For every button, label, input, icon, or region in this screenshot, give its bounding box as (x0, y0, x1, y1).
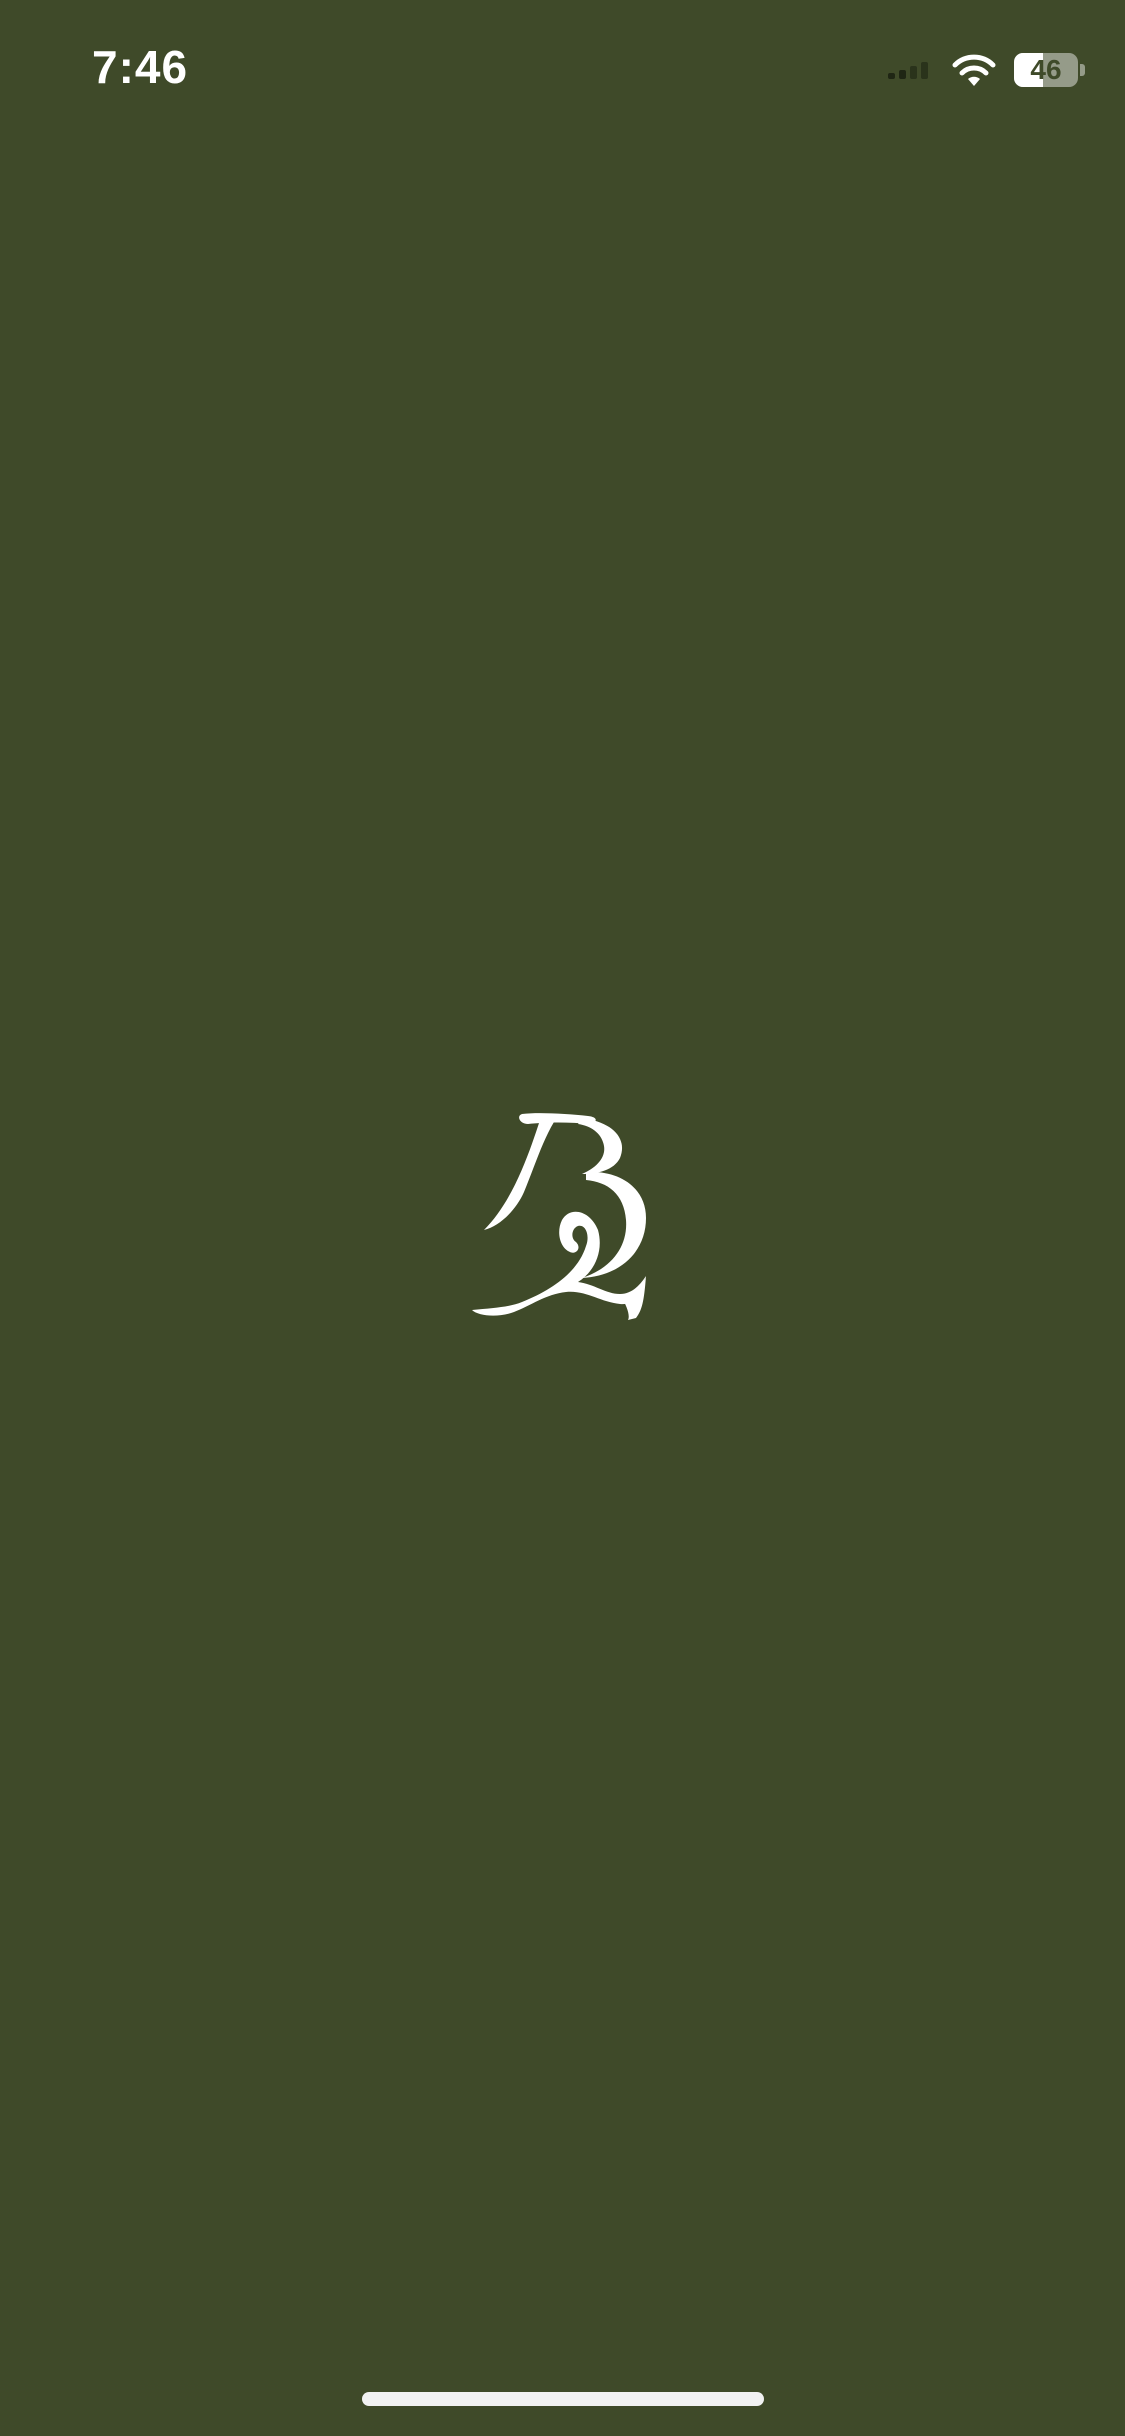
battery-cap (1080, 64, 1085, 76)
wifi-icon (952, 54, 996, 86)
battery-percentage: 46 (1030, 54, 1062, 85)
status-icons: 46 (888, 48, 1085, 92)
battery-icon: 46 (1014, 53, 1078, 87)
bl-monogram-icon (472, 1113, 646, 1320)
status-time: 7:46 (92, 41, 189, 93)
home-indicator[interactable] (362, 2392, 764, 2406)
status-bar: 7:46 46 (0, 0, 1125, 140)
cellular-signal-icon (888, 61, 932, 79)
